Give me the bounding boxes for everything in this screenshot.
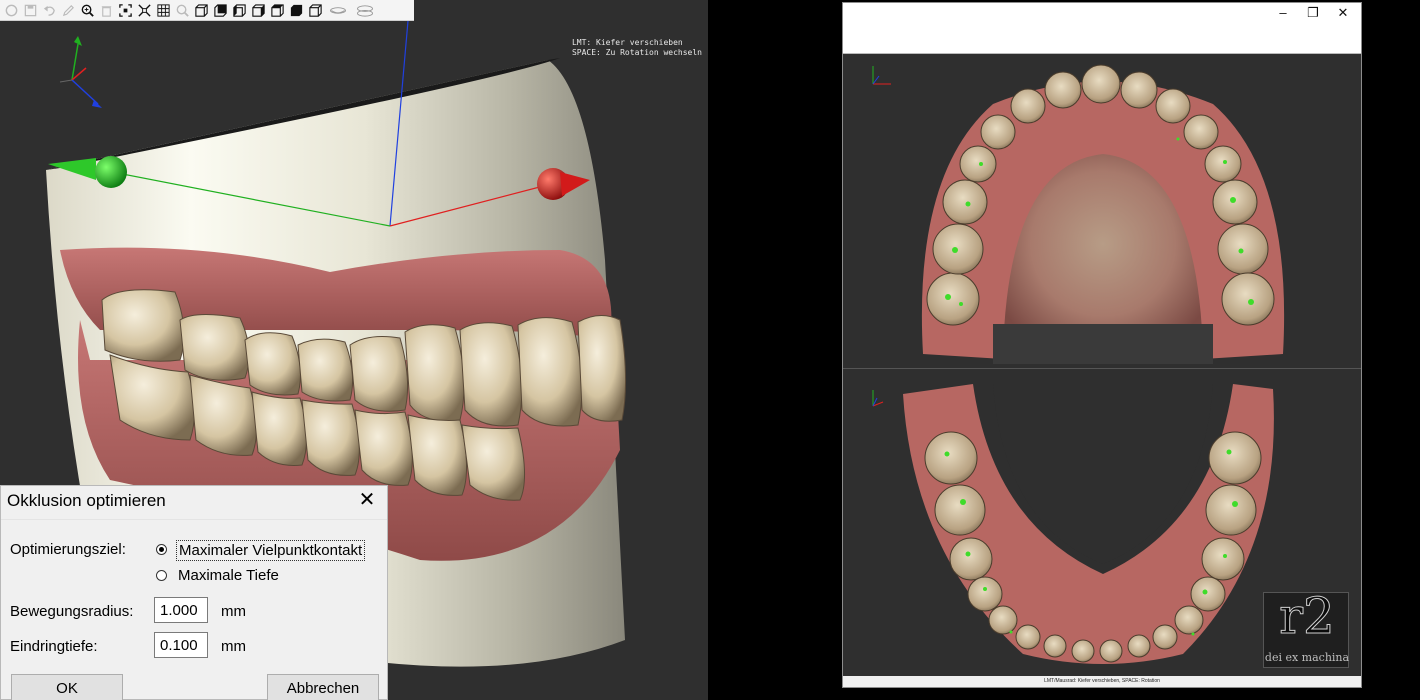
undo-icon[interactable] xyxy=(2,1,20,19)
orientation-triad xyxy=(59,36,102,108)
y-axis-handle xyxy=(95,156,127,188)
view-left-icon[interactable] xyxy=(230,1,248,19)
minimize-button[interactable]: – xyxy=(1268,3,1298,23)
penetration-depth-input[interactable] xyxy=(154,632,208,658)
pencil-icon[interactable] xyxy=(59,1,77,19)
dialog-title-divider xyxy=(1,519,387,520)
zoom-icon[interactable] xyxy=(78,1,96,19)
radio-max-depth[interactable] xyxy=(156,570,167,581)
arch-views[interactable]: r2 dei ex machina xyxy=(843,53,1361,686)
upper-jaw-icon[interactable] xyxy=(352,1,378,19)
radio-multipoint-contact[interactable] xyxy=(156,544,167,555)
optimization-target-label: Optimierungsziel: xyxy=(10,541,126,558)
r2-logo: r2 dei ex machina xyxy=(1263,587,1350,668)
movement-radius-input[interactable] xyxy=(154,597,208,623)
explode-icon[interactable] xyxy=(135,1,153,19)
close-icon[interactable]: ✕ xyxy=(355,488,379,512)
undo-arrow-icon[interactable] xyxy=(40,1,58,19)
orientation-triad xyxy=(872,66,891,407)
grid-icon[interactable] xyxy=(154,1,172,19)
occlusion-view-window: – ❐ ✕ r2 dei ex machina LMT/Mausrad: Kie… xyxy=(842,2,1362,688)
dialog-title: Okklusion optimieren xyxy=(7,491,166,510)
close-button[interactable]: ✕ xyxy=(1328,3,1358,23)
ok-button[interactable]: OK xyxy=(11,674,123,700)
upper-arch xyxy=(921,64,1285,364)
toolbar xyxy=(0,0,414,21)
option-depth-label[interactable]: Maximale Tiefe xyxy=(178,567,279,584)
lower-jaw-icon[interactable] xyxy=(325,1,351,19)
save-icon[interactable] xyxy=(21,1,39,19)
logo-main-text: r2 xyxy=(1279,587,1336,646)
navigation-hint: LMT: Kiefer verschieben SPACE: Zu Rotati… xyxy=(571,38,702,57)
view-back-icon[interactable] xyxy=(211,1,229,19)
optimize-occlusion-dialog: Okklusion optimieren ✕ Optimierungsziel:… xyxy=(0,485,388,700)
trash-icon[interactable] xyxy=(97,1,115,19)
view-front-icon[interactable] xyxy=(192,1,210,19)
penetration-depth-unit: mm xyxy=(221,638,246,655)
logo-subtitle: dei ex machina xyxy=(1264,651,1350,664)
view-divider xyxy=(843,368,1361,369)
movement-radius-label: Bewegungsradius: xyxy=(10,603,134,620)
view-iso-icon[interactable] xyxy=(306,1,324,19)
option-multipoint-label[interactable]: Maximaler Vielpunktkontakt xyxy=(176,540,366,561)
maximize-button[interactable]: ❐ xyxy=(1298,3,1328,23)
lower-arch xyxy=(903,384,1274,664)
search-icon[interactable] xyxy=(173,1,191,19)
penetration-depth-label: Eindringtiefe: xyxy=(10,638,98,655)
status-bar: LMT/Mausrad: Kiefer verschieben, SPACE: … xyxy=(843,676,1361,687)
arch-views-scene[interactable] xyxy=(843,54,1361,676)
view-right-icon[interactable] xyxy=(249,1,267,19)
view-top-icon[interactable] xyxy=(268,1,286,19)
view-bottom-icon[interactable] xyxy=(287,1,305,19)
movement-radius-unit: mm xyxy=(221,603,246,620)
cancel-button[interactable]: Abbrechen xyxy=(267,674,379,700)
left-viewport[interactable]: LMT: Kiefer verschieben SPACE: Zu Rotati… xyxy=(0,0,708,700)
fit-icon[interactable] xyxy=(116,1,134,19)
